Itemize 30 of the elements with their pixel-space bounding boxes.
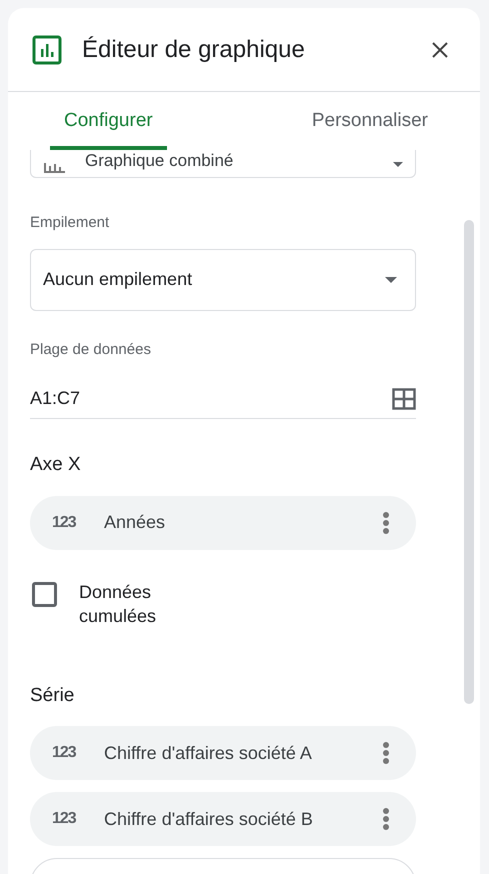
field-label: Chiffre d'affaires société A <box>104 742 312 764</box>
caret-icon <box>385 276 397 282</box>
section-heading: Série <box>30 684 76 708</box>
number-type-label: 123 <box>52 512 77 532</box>
more-icon[interactable] <box>382 807 390 831</box>
caret-icon <box>393 162 403 167</box>
more-icon[interactable] <box>382 510 390 534</box>
field-chip[interactable]: 123 Chiffre d'affaires société A <box>30 726 416 780</box>
field-label: Empilement <box>30 213 110 233</box>
tab[interactable]: Configurer <box>50 92 167 150</box>
field-chip[interactable]: 123 Chiffre d'affaires société B <box>30 792 416 846</box>
window-title: Éditeur de graphique <box>82 34 305 64</box>
field-label: Années <box>104 511 166 534</box>
field-chip[interactable]: 123 Années <box>30 496 416 550</box>
number-type-label: 123 <box>52 743 77 763</box>
scrollbar[interactable] <box>464 220 474 704</box>
data-range-field[interactable]: A1:C7 <box>30 379 416 419</box>
checkbox[interactable] <box>32 582 57 606</box>
more-icon[interactable] <box>382 741 390 765</box>
tab[interactable]: Personnaliser <box>298 92 442 150</box>
number-type-label: 123 <box>52 809 77 829</box>
section-heading: Axe X <box>30 453 82 477</box>
stacking-dropdown[interactable]: Aucun empilement <box>30 248 416 310</box>
field-label: Chiffre d'affaires société B <box>104 808 313 830</box>
grid-icon[interactable] <box>392 388 416 410</box>
chart-type-dropdown[interactable]: Graphique combiné <box>30 150 416 178</box>
checkbox-label: Données cumulées <box>79 580 158 628</box>
chart-icon <box>32 34 62 64</box>
bar-chart-icon <box>43 161 67 173</box>
field-label: Plage de données <box>30 340 152 360</box>
